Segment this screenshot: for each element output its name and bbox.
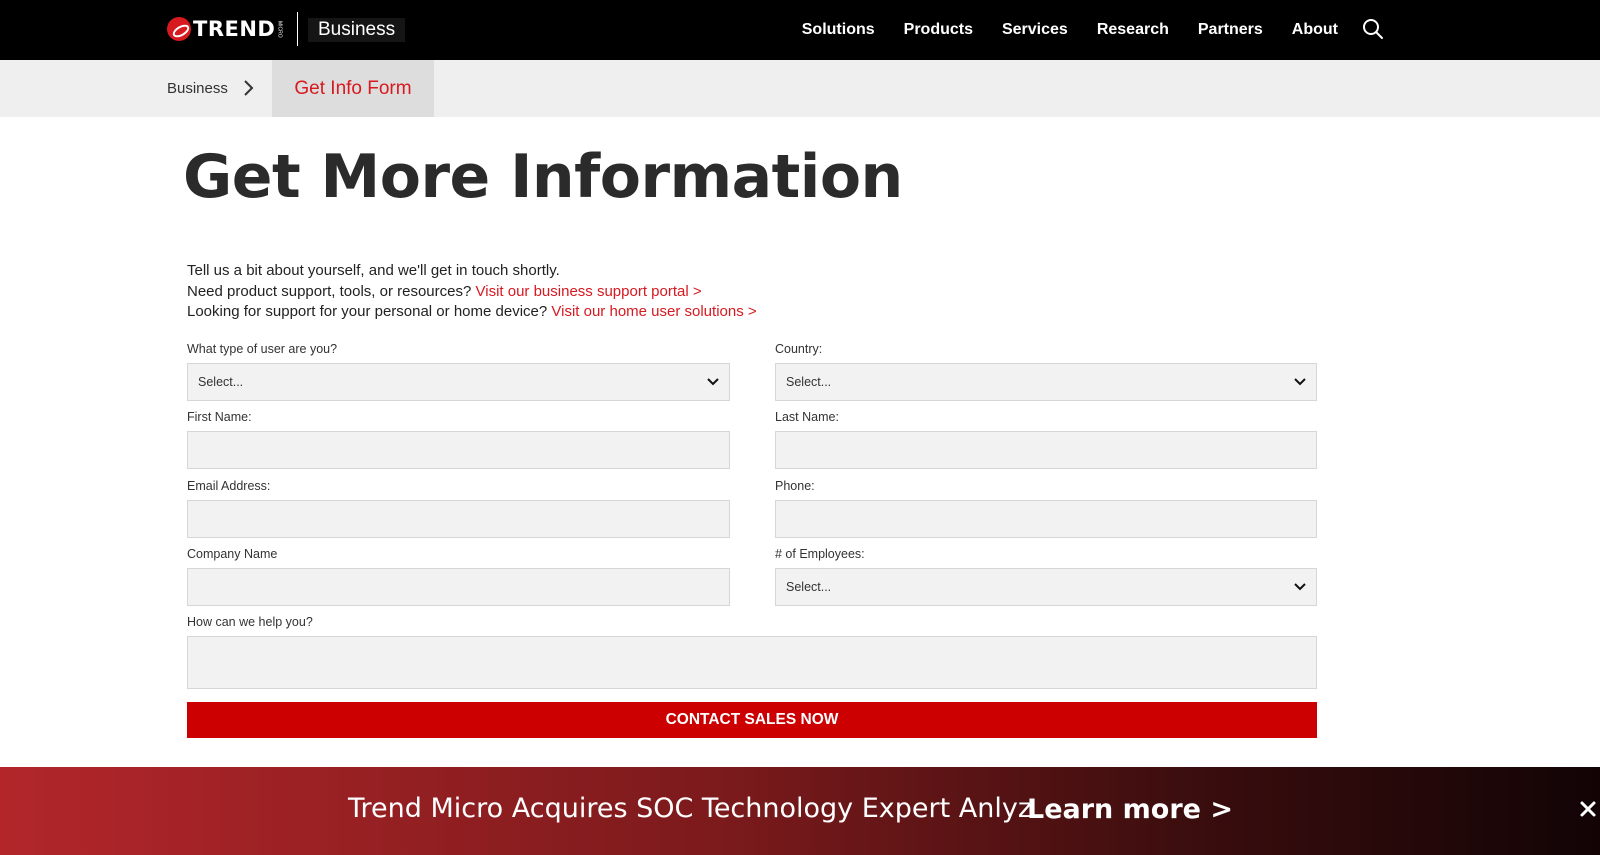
banner-text: Trend Micro Acquires SOC Technology Expe… xyxy=(348,793,1033,824)
top-navigation-bar: TREND MICRO Business Solutions Products … xyxy=(0,0,1600,60)
business-support-link[interactable]: Visit our business support portal > xyxy=(476,283,702,300)
country-select[interactable]: Select... xyxy=(775,363,1317,401)
company-label: Company Name xyxy=(187,547,278,561)
nav-services[interactable]: Services xyxy=(1002,21,1068,39)
user-type-select[interactable]: Select... xyxy=(187,363,730,401)
logo-divider xyxy=(297,12,298,46)
page-title: Get More Information xyxy=(183,142,903,212)
nav-research[interactable]: Research xyxy=(1097,21,1169,39)
first-name-field[interactable] xyxy=(187,431,730,469)
country-value: Select... xyxy=(786,375,832,389)
section-label[interactable]: Business xyxy=(308,18,406,42)
chevron-down-icon xyxy=(707,378,719,386)
breadcrumb-current: Get Info Form xyxy=(272,60,434,117)
banner-learn-more-link[interactable]: Learn more > xyxy=(1027,794,1233,825)
intro-line-3: Looking for support for your personal or… xyxy=(187,302,757,323)
nav-about[interactable]: About xyxy=(1292,21,1338,39)
nav-products[interactable]: Products xyxy=(904,21,973,39)
close-icon[interactable] xyxy=(1578,799,1598,819)
email-field[interactable] xyxy=(187,500,730,538)
trend-micro-logo[interactable]: TREND MICRO xyxy=(167,16,282,42)
trend-logo-icon xyxy=(167,17,191,41)
intro-line-2-text: Need product support, tools, or resource… xyxy=(187,282,472,300)
last-name-label: Last Name: xyxy=(775,410,839,424)
intro-line-3-text: Looking for support for your personal or… xyxy=(187,303,548,320)
help-label: How can we help you? xyxy=(187,615,313,629)
logo-subtext: MICRO xyxy=(276,20,283,38)
employees-value: Select... xyxy=(786,580,832,594)
phone-field[interactable] xyxy=(775,500,1317,538)
first-name-label: First Name: xyxy=(187,410,252,424)
intro-line-1: Tell us a bit about yourself, and we'll … xyxy=(187,262,560,279)
chevron-right-icon xyxy=(244,80,254,96)
breadcrumb: Business Get Info Form xyxy=(0,60,1600,117)
logo-text: TREND xyxy=(193,17,276,41)
phone-label: Phone: xyxy=(775,479,815,493)
chevron-down-icon xyxy=(1294,378,1306,386)
contact-sales-button[interactable]: CONTACT SALES NOW xyxy=(187,702,1317,738)
intro-text: Tell us a bit about yourself, and we'll … xyxy=(187,261,757,323)
user-type-value: Select... xyxy=(198,375,244,389)
home-solutions-link[interactable]: Visit our home user solutions > xyxy=(551,303,756,320)
nav-partners[interactable]: Partners xyxy=(1198,21,1263,39)
search-icon[interactable] xyxy=(1362,18,1384,40)
intro-line-2: Need product support, tools, or resource… xyxy=(187,282,757,303)
announcement-banner: Trend Micro Acquires SOC Technology Expe… xyxy=(0,767,1600,855)
main-nav: Solutions Products Services Research Par… xyxy=(773,0,1338,60)
nav-solutions[interactable]: Solutions xyxy=(802,21,875,39)
chevron-down-icon xyxy=(1294,583,1306,591)
employees-select[interactable]: Select... xyxy=(775,568,1317,606)
company-field[interactable] xyxy=(187,568,730,606)
country-label: Country: xyxy=(775,342,823,356)
last-name-field[interactable] xyxy=(775,431,1317,469)
help-textarea[interactable] xyxy=(187,636,1317,689)
user-type-label: What type of user are you? xyxy=(187,342,338,356)
breadcrumb-business-link[interactable]: Business xyxy=(167,80,228,97)
employees-label: # of Employees: xyxy=(775,547,865,561)
email-label: Email Address: xyxy=(187,479,271,493)
